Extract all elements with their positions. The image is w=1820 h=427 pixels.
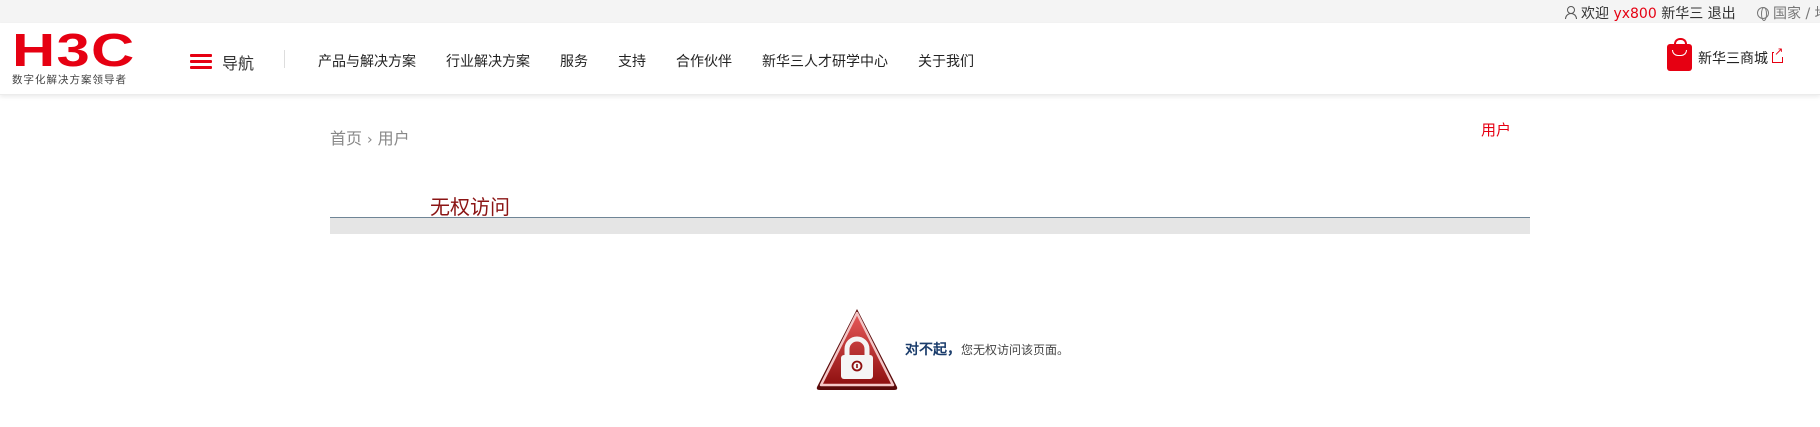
user-icon [1565, 6, 1577, 19]
welcome-area: 欢迎 yx800 新华三 退出 [1565, 3, 1736, 23]
shopping-bag-icon [1667, 38, 1692, 71]
hamburger-icon [190, 54, 212, 70]
menu-item-industry[interactable]: 行业解决方案 [446, 51, 530, 71]
breadcrumb: 首页 › 用户 [330, 125, 410, 149]
lock-warning-icon [816, 309, 898, 390]
language-label: 国家 / 地 [1773, 6, 1820, 22]
main-header: H3C 数字化解决方案领导者 导航 产品与解决方案 行业解决方案 服务 支持 合… [0, 23, 1820, 95]
company-name: 新华三 [1661, 6, 1704, 22]
header-divider [284, 50, 285, 68]
message-strong: 对不起， [905, 342, 961, 358]
logo-text: H3C [12, 24, 136, 76]
logout-link[interactable]: 退出 [1708, 6, 1736, 22]
message-rest: 您无权访问该页面。 [961, 343, 1070, 357]
menu-item-services[interactable]: 服务 [560, 51, 588, 71]
breadcrumb-separator: › [367, 132, 373, 148]
page-title: 无权访问 [430, 195, 510, 219]
access-denied-message: 对不起，您无权访问该页面。 [905, 339, 1069, 359]
breadcrumb-home[interactable]: 首页 [330, 129, 362, 148]
username-link[interactable]: yx800 [1613, 6, 1656, 22]
user-link[interactable]: 用户 [1481, 119, 1511, 140]
menu-item-partners[interactable]: 合作伙伴 [676, 51, 732, 71]
menu-item-products[interactable]: 产品与解决方案 [318, 51, 416, 71]
menu-item-talent-center[interactable]: 新华三人才研学中心 [762, 51, 888, 71]
shop-label: 新华三商城 [1698, 50, 1768, 67]
language-selector[interactable]: 国家 / 地 [1757, 3, 1820, 23]
top-utility-bar: 欢迎 yx800 新华三 退出 国家 / 地 [0, 0, 1820, 23]
main-menu: 产品与解决方案 行业解决方案 服务 支持 合作伙伴 新华三人才研学中心 关于我们 [318, 51, 1004, 71]
menu-item-about[interactable]: 关于我们 [918, 51, 974, 71]
shop-link[interactable]: 新华三商城 [1667, 38, 1784, 71]
globe-icon [1757, 7, 1769, 21]
external-link-icon [1772, 46, 1784, 63]
nav-toggle-button[interactable]: 导航 [190, 50, 254, 74]
logo[interactable]: H3C 数字化解决方案领导者 [12, 27, 134, 87]
breadcrumb-current: 用户 [377, 129, 410, 148]
nav-toggle-label: 导航 [222, 54, 255, 73]
title-bar [330, 218, 1530, 234]
menu-item-support[interactable]: 支持 [618, 51, 646, 71]
welcome-prefix: 欢迎 [1581, 6, 1609, 22]
